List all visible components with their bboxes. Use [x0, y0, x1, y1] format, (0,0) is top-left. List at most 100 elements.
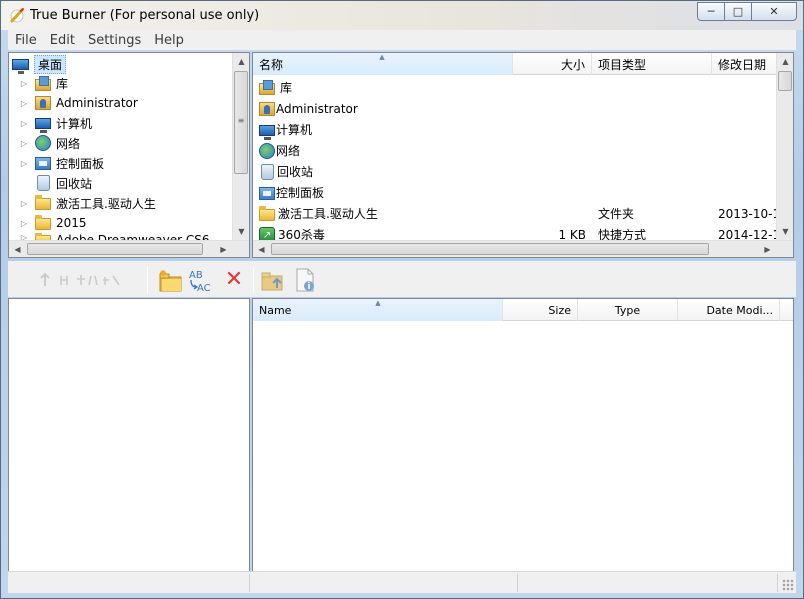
- column-date[interactable]: Date Modi...: [678, 299, 780, 321]
- tree-label: 2015: [56, 216, 87, 230]
- list-item[interactable]: Administrator: [253, 98, 513, 119]
- scroll-left-icon[interactable]: ◀: [253, 241, 270, 257]
- library-icon: [259, 80, 275, 95]
- user-folder-icon: [259, 101, 275, 116]
- rename-button[interactable]: AB AC: [187, 267, 215, 293]
- list-item[interactable]: 库: [253, 77, 513, 98]
- properties-button[interactable]: [291, 267, 319, 293]
- expand-arrow-icon[interactable]: ▷: [19, 99, 29, 108]
- scroll-thumb[interactable]: [271, 243, 709, 255]
- scroll-up-icon[interactable]: ▲: [777, 53, 793, 70]
- window-title: True Burner (For personal use only): [30, 8, 260, 23]
- app-logo-icon: [10, 8, 24, 23]
- svg-text:AB: AB: [189, 270, 203, 281]
- control-panel-icon: [35, 157, 51, 170]
- column-type[interactable]: Type: [578, 299, 678, 321]
- toolbar-separator: [147, 267, 148, 293]
- list-item[interactable]: 计算机: [253, 119, 513, 140]
- expand-arrow-icon[interactable]: ▷: [19, 199, 29, 208]
- list-item[interactable]: 控制面板: [253, 182, 513, 203]
- file-info-icon: [296, 268, 314, 292]
- close-button[interactable]: ✕: [751, 2, 797, 21]
- column-date[interactable]: 修改日期: [712, 53, 776, 75]
- menu-settings[interactable]: Settings: [81, 33, 147, 48]
- rename-icon: AB AC: [189, 270, 211, 293]
- folder-icon: [35, 195, 51, 210]
- minimize-icon: ─: [707, 5, 715, 18]
- delete-button[interactable]: ✕: [220, 267, 248, 293]
- tree-item[interactable]: ▷ 库: [19, 73, 68, 93]
- tree-item[interactable]: 回收站: [19, 173, 92, 193]
- scroll-down-icon[interactable]: ▼: [777, 223, 793, 240]
- list-item[interactable]: 回收站: [253, 161, 513, 182]
- expand-arrow-icon[interactable]: ▷: [19, 159, 29, 168]
- scroll-right-icon[interactable]: ▶: [759, 241, 776, 257]
- computer-icon: [259, 124, 275, 140]
- scroll-thumb[interactable]: [27, 243, 203, 255]
- computer-icon: [35, 118, 51, 133]
- scroll-down-icon[interactable]: ▼: [233, 223, 249, 240]
- title-bar[interactable]: True Burner (For personal use only) ─ □ …: [1, 1, 803, 30]
- column-size[interactable]: Size: [503, 299, 578, 321]
- sort-ascending-icon: ▲: [375, 299, 381, 307]
- toolbar: AB AC ✕: [8, 261, 796, 297]
- burn-file-list[interactable]: ▲ Name Size Type Date Modi...: [252, 298, 794, 572]
- minimize-button[interactable]: ─: [697, 2, 724, 21]
- menu-bar: File Edit Settings Help: [8, 30, 796, 50]
- folder-tree[interactable]: 桌面 ▷ 库 ▷ Administrator ▷ 计算机 ▷ 网络 ▷ 控制面板: [8, 52, 250, 258]
- tree-label: 网络: [56, 136, 81, 151]
- resize-grip-icon[interactable]: [782, 579, 794, 591]
- scroll-right-icon[interactable]: ▶: [215, 241, 232, 257]
- caption-buttons: ─ □ ✕: [697, 2, 797, 21]
- column-size[interactable]: 大小: [513, 53, 592, 75]
- folder-up-icon: [261, 272, 283, 291]
- expand-arrow-icon[interactable]: ▷: [19, 139, 29, 148]
- column-name[interactable]: ▲ 名称: [253, 53, 513, 75]
- tree-label: 库: [56, 76, 69, 91]
- svg-text:AC: AC: [197, 283, 211, 293]
- menu-file[interactable]: File: [8, 33, 43, 48]
- tree-item[interactable]: ▷ 网络: [19, 133, 80, 153]
- source-horizontal-scrollbar[interactable]: ◀ ▶: [253, 240, 793, 257]
- tree-item[interactable]: ▷ 激活工具.驱动人生: [19, 193, 156, 213]
- folder-icon: [35, 215, 51, 230]
- source-file-list[interactable]: ▲ 名称 大小 项目类型 修改日期 库 Administrator 计算机 网络…: [252, 52, 794, 258]
- scroll-thumb[interactable]: [778, 71, 792, 91]
- column-type[interactable]: 项目类型: [592, 53, 712, 75]
- toolbar-separator: [253, 267, 254, 293]
- tree-item[interactable]: ▷ 2015: [19, 213, 87, 233]
- maximize-button[interactable]: □: [724, 2, 751, 21]
- tree-root-desktop[interactable]: 桌面: [12, 54, 67, 74]
- recycle-bin-icon: [261, 163, 274, 180]
- tree-label: 激活工具.驱动人生: [56, 196, 156, 211]
- expand-arrow-icon[interactable]: ▷: [19, 119, 29, 128]
- tree-vertical-scrollbar[interactable]: ▲ ≡ ▼: [232, 53, 249, 240]
- scroll-left-icon[interactable]: ◀: [9, 241, 26, 257]
- list-item[interactable]: 激活工具.驱动人生 文件夹 2013-10-1: [253, 203, 776, 224]
- menu-edit[interactable]: Edit: [43, 33, 81, 48]
- tree-label: 控制面板: [56, 156, 105, 171]
- burn-tree[interactable]: [8, 298, 250, 572]
- sort-ascending-icon: ▲: [379, 53, 385, 61]
- tree-item[interactable]: ▷ 控制面板: [19, 153, 104, 173]
- menu-help[interactable]: Help: [147, 33, 190, 48]
- library-icon: [35, 75, 51, 91]
- nav-disabled-button[interactable]: [32, 267, 136, 293]
- desktop-icon: [12, 59, 29, 74]
- column-name[interactable]: ▲ Name: [253, 299, 503, 321]
- network-icon: [259, 142, 275, 159]
- tree-item[interactable]: ▷ 计算机: [19, 113, 92, 133]
- scroll-up-icon[interactable]: ▲: [233, 53, 249, 70]
- delete-icon: ✕: [224, 267, 244, 292]
- list-item[interactable]: 网络: [253, 140, 513, 161]
- up-folder-button[interactable]: [259, 267, 287, 293]
- maximize-icon: □: [732, 5, 744, 18]
- expand-arrow-icon[interactable]: ▷: [19, 79, 29, 88]
- source-vertical-scrollbar[interactable]: ▲ ▼: [776, 53, 793, 240]
- burn-list-header: ▲ Name Size Type Date Modi...: [253, 299, 793, 321]
- new-folder-button[interactable]: [156, 267, 184, 293]
- status-panel: [520, 574, 778, 592]
- expand-arrow-icon[interactable]: ▷: [19, 219, 29, 228]
- tree-horizontal-scrollbar[interactable]: ◀ ▶: [9, 240, 249, 257]
- tree-item[interactable]: ▷ Administrator: [19, 93, 138, 113]
